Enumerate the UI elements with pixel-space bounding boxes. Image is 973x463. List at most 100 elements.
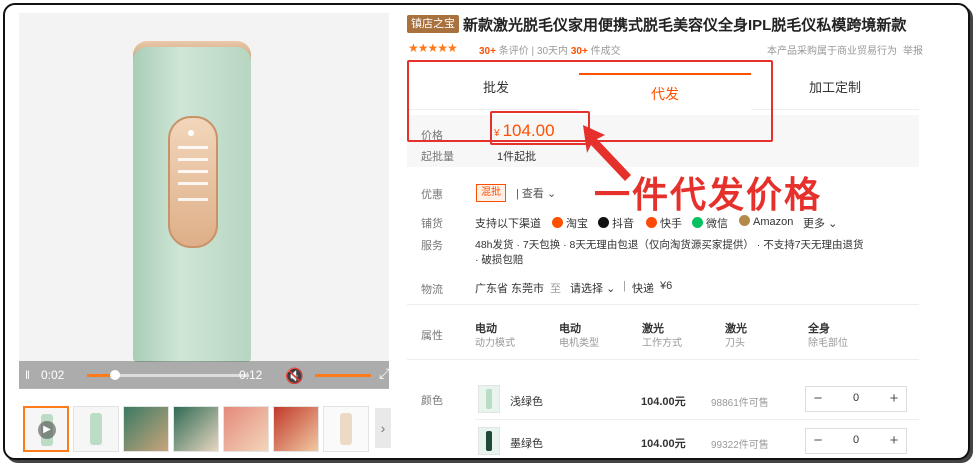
quantity-stepper: − 0 + bbox=[805, 428, 907, 454]
thumbnail-strip: ▶ › bbox=[23, 406, 393, 454]
moq-label: 起批量 bbox=[421, 151, 454, 163]
amazon-icon bbox=[739, 215, 750, 226]
report-link[interactable]: 举报 bbox=[903, 42, 923, 57]
promo-label: 优惠 bbox=[421, 189, 443, 201]
thumbnail[interactable] bbox=[173, 406, 219, 452]
thumbnail[interactable] bbox=[73, 406, 119, 452]
channel-kuaishou[interactable]: 快手 bbox=[646, 215, 682, 231]
service-label: 服务 bbox=[421, 240, 443, 252]
douyin-icon bbox=[598, 217, 609, 228]
attr-name: 除毛部位 bbox=[808, 338, 848, 349]
video-progress-knob[interactable] bbox=[109, 370, 120, 380]
sku-stock: 99322件可售 bbox=[711, 440, 769, 451]
sales-count: 30+ bbox=[570, 46, 588, 57]
divider bbox=[407, 304, 919, 305]
reviews-label[interactable]: 条评价 bbox=[499, 46, 529, 57]
logistics-fee: ¥6 bbox=[660, 280, 673, 292]
sku-price: 104.00元 bbox=[641, 438, 686, 450]
shop-badge: 镇店之宝 bbox=[407, 15, 459, 33]
video-controls: ‖ 0:02 0:12 🔇 ⤢ bbox=[19, 361, 390, 389]
kuaishou-icon bbox=[646, 217, 657, 228]
trade-note: 本产品采购属于商业贸易行为 bbox=[767, 46, 897, 57]
sku-swatch bbox=[486, 389, 492, 409]
thumbnail-video[interactable]: ▶ bbox=[23, 406, 69, 452]
wechat-icon bbox=[692, 217, 703, 228]
channels-intro: 支持以下渠道 bbox=[475, 218, 541, 230]
product-title: 新款激光脱毛仪家用便携式脱毛美容仪全身IPL脱毛仪私模跨境新款 bbox=[463, 17, 907, 34]
sku-name: 墨绿色 bbox=[510, 438, 543, 450]
logistics-from: 广东省 东莞市 bbox=[475, 283, 545, 295]
thumb-device bbox=[90, 413, 102, 445]
thumbnail[interactable] bbox=[273, 406, 319, 452]
rating-stars-icon: ★★★★★ bbox=[408, 41, 458, 55]
channel-douyin-label: 抖音 bbox=[612, 218, 634, 230]
channels-more-label: 更多 bbox=[803, 218, 825, 230]
video-current-time: 0:02 bbox=[41, 368, 65, 382]
logistics-divider: | bbox=[623, 280, 626, 292]
play-icon: ▶ bbox=[38, 421, 56, 439]
minus-button[interactable]: − bbox=[806, 429, 830, 453]
sku-thumbnail[interactable] bbox=[478, 427, 500, 455]
screenshot-frame: ‖ 0:02 0:12 🔇 ⤢ ▶ › 镇店之宝 新款激光脱毛仪家用便携式脱毛美… bbox=[3, 3, 970, 460]
sales-suffix: 件成交 bbox=[590, 46, 621, 57]
volume-mute-icon[interactable]: 🔇 bbox=[285, 367, 304, 385]
channel-amazon-label: Amazon bbox=[753, 216, 794, 228]
thumbnail[interactable] bbox=[323, 406, 369, 452]
sales-prefix: 30天内 bbox=[536, 46, 569, 57]
promo-view-label: 查看 bbox=[521, 188, 544, 200]
divider bbox=[475, 419, 919, 420]
tab-customize[interactable]: 加工定制 bbox=[809, 77, 861, 96]
panel-line bbox=[178, 146, 208, 149]
chevron-down-icon: ⌄ bbox=[828, 218, 838, 230]
chevron-down-icon: ⌄ bbox=[606, 283, 616, 295]
quantity-value[interactable]: 0 bbox=[844, 434, 868, 446]
logistics-destination-select[interactable]: 请选择 ⌄ bbox=[570, 280, 615, 296]
fullscreen-icon[interactable]: ⤢ bbox=[379, 365, 390, 382]
logistics-to-sep: 至 bbox=[550, 283, 561, 295]
channels-more[interactable]: 更多 ⌄ bbox=[803, 215, 837, 231]
service-line-1: 48h发货 · 7天包换 · 8天无理由包退（仅向淘货源买家提供） · 不支持7… bbox=[475, 239, 864, 251]
annotation-text: 一件代发价格 bbox=[594, 174, 823, 215]
video-duration: 0:12 bbox=[239, 368, 263, 382]
color-label: 颜色 bbox=[421, 395, 443, 407]
panel-line bbox=[178, 158, 208, 161]
channel-wechat[interactable]: 微信 bbox=[692, 215, 728, 231]
channel-douyin[interactable]: 抖音 bbox=[598, 215, 634, 231]
sku-swatch bbox=[486, 431, 492, 451]
logistics-label: 物流 bbox=[421, 284, 443, 296]
thumbnail[interactable] bbox=[223, 406, 269, 452]
panel-line bbox=[178, 170, 208, 173]
thumbnail[interactable] bbox=[123, 406, 169, 452]
plus-button[interactable]: + bbox=[882, 387, 906, 411]
attr-name: 电机类型 bbox=[559, 338, 599, 349]
panel-dot bbox=[188, 130, 194, 136]
promo-view-link[interactable]: | 查看 ⌄ bbox=[516, 185, 556, 201]
product-stats: 30+ 条评价 | 30天内 30+ 件成交 bbox=[479, 42, 621, 57]
sku-price: 104.00元 bbox=[641, 396, 686, 408]
taobao-icon bbox=[552, 217, 563, 228]
minus-button[interactable]: − bbox=[806, 387, 830, 411]
reviews-count: 30+ bbox=[479, 46, 496, 57]
volume-slider[interactable] bbox=[315, 374, 371, 377]
video-progress-track[interactable] bbox=[87, 370, 249, 380]
quantity-value[interactable]: 0 bbox=[844, 392, 868, 404]
attr-name: 刀头 bbox=[725, 338, 745, 349]
chevron-right-icon[interactable]: › bbox=[375, 408, 391, 448]
service-line-2: · 破损包赔 bbox=[475, 254, 524, 266]
panel-line bbox=[178, 182, 208, 185]
channel-taobao[interactable]: 淘宝 bbox=[552, 215, 588, 231]
mixed-batch-badge: 混批 bbox=[476, 184, 506, 202]
attr-name: 动力模式 bbox=[475, 338, 515, 349]
attributes-label: 属性 bbox=[421, 330, 443, 342]
channel-kuaishou-label: 快手 bbox=[660, 218, 682, 230]
sku-stock: 98861件可售 bbox=[711, 398, 769, 409]
sku-thumbnail[interactable] bbox=[478, 385, 500, 413]
channel-amazon[interactable]: Amazon bbox=[739, 215, 793, 228]
logistics-express: 快递 bbox=[632, 283, 654, 295]
sku-name: 浅绿色 bbox=[510, 396, 543, 408]
moq-value: 1件起批 bbox=[497, 151, 537, 163]
video-pause-icon[interactable]: ‖ bbox=[25, 368, 30, 382]
channels-label: 铺货 bbox=[421, 218, 443, 230]
plus-button[interactable]: + bbox=[882, 429, 906, 453]
divider bbox=[407, 359, 919, 360]
